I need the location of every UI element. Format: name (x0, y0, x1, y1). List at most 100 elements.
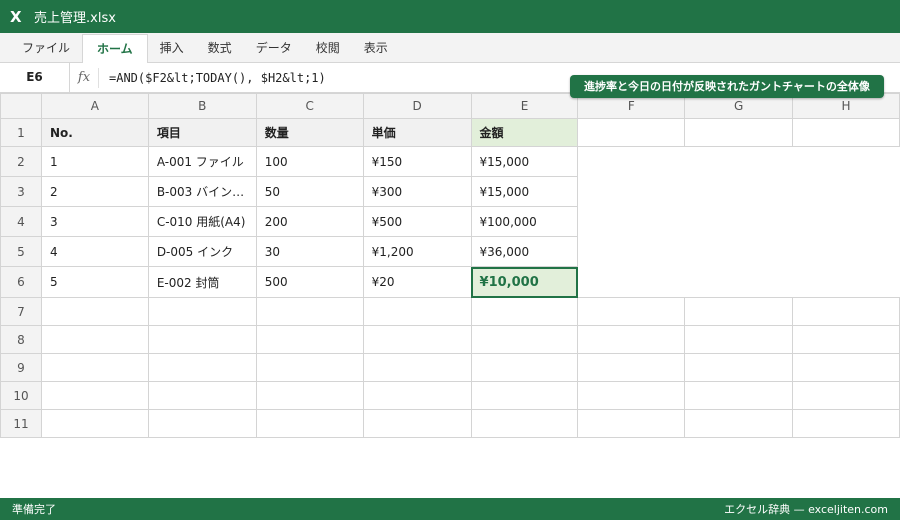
cell[interactable]: ¥36,000 (470, 236, 579, 267)
cell[interactable] (684, 381, 794, 410)
cell[interactable]: ¥15,000 (470, 176, 579, 207)
cell[interactable] (362, 325, 472, 354)
cell[interactable] (578, 237, 900, 267)
cell[interactable] (684, 118, 794, 147)
cell[interactable]: 4 (40, 236, 149, 267)
cell[interactable]: 200 (255, 206, 364, 237)
cell[interactable] (255, 325, 364, 354)
cell[interactable] (577, 381, 686, 410)
cell[interactable] (792, 325, 900, 354)
cell[interactable] (684, 325, 794, 354)
cell[interactable] (684, 297, 794, 326)
header-cell[interactable]: 金額 (470, 118, 579, 147)
cell[interactable]: D-005 インク (147, 236, 257, 267)
cell[interactable] (792, 118, 900, 147)
cell[interactable]: ¥150 (362, 146, 472, 177)
cell[interactable] (577, 353, 686, 382)
row-header[interactable]: 4 (0, 206, 42, 237)
cell[interactable]: ¥15,000 (470, 146, 579, 177)
row-header[interactable]: 6 (0, 266, 42, 298)
cell[interactable] (40, 353, 149, 382)
active-cell[interactable]: ¥10,000 (470, 266, 579, 298)
cell[interactable]: A-001 ファイル (147, 146, 257, 177)
cell[interactable]: 50 (255, 176, 364, 207)
cell[interactable] (40, 409, 149, 438)
cell[interactable]: 500 (255, 266, 364, 298)
cell[interactable] (470, 409, 579, 438)
row-header[interactable]: 8 (0, 325, 42, 354)
cell[interactable] (792, 409, 900, 438)
tab-view[interactable]: 表示 (352, 34, 400, 62)
cell[interactable]: 5 (40, 266, 149, 298)
cell[interactable] (470, 353, 579, 382)
name-box[interactable]: E6 (0, 63, 70, 92)
cell[interactable]: ¥1,200 (362, 236, 472, 267)
cell[interactable] (147, 297, 257, 326)
cell[interactable] (147, 325, 257, 354)
column-header[interactable]: A (40, 93, 149, 119)
cell[interactable] (684, 353, 794, 382)
header-cell[interactable]: 単価 (362, 118, 472, 147)
cell[interactable] (147, 381, 257, 410)
cell[interactable]: ¥500 (362, 206, 472, 237)
tab-insert[interactable]: 挿入 (148, 34, 196, 62)
tab-home[interactable]: ホーム (82, 34, 148, 63)
tab-formulas[interactable]: 数式 (196, 34, 244, 62)
column-header[interactable]: E (470, 93, 579, 119)
cell[interactable] (792, 297, 900, 326)
header-cell[interactable]: 項目 (147, 118, 257, 147)
cell[interactable] (40, 325, 149, 354)
select-all-corner[interactable] (0, 93, 42, 119)
cell[interactable] (255, 297, 364, 326)
cell[interactable] (470, 381, 579, 410)
cell[interactable] (577, 409, 686, 438)
row-header[interactable]: 10 (0, 381, 42, 410)
cell[interactable] (792, 381, 900, 410)
row-header[interactable]: 1 (0, 118, 42, 147)
formula-input[interactable]: =AND($F2&lt;TODAY(), $H2&lt;1) (109, 71, 326, 85)
cell[interactable]: 3 (40, 206, 149, 237)
cell[interactable]: 1 (40, 146, 149, 177)
cell[interactable] (362, 297, 472, 326)
row-header[interactable]: 2 (0, 146, 42, 177)
cell[interactable]: 30 (255, 236, 364, 267)
cell[interactable] (362, 381, 472, 410)
cell[interactable]: 100 (255, 146, 364, 177)
row-header[interactable]: 5 (0, 236, 42, 267)
cell[interactable]: ¥300 (362, 176, 472, 207)
row-header[interactable]: 11 (0, 409, 42, 438)
cell[interactable]: ¥100,000 (470, 206, 579, 237)
cell[interactable]: ¥20 (362, 266, 472, 298)
cell[interactable] (362, 353, 472, 382)
tab-review[interactable]: 校閲 (304, 34, 352, 62)
cell[interactable] (40, 381, 149, 410)
cell[interactable] (255, 409, 364, 438)
cell[interactable]: 2 (40, 176, 149, 207)
cell[interactable] (362, 409, 472, 438)
column-header[interactable]: D (362, 93, 472, 119)
cell[interactable] (578, 207, 900, 237)
cell[interactable] (147, 409, 257, 438)
cell[interactable]: B-003 バイン… (147, 176, 257, 207)
cell[interactable] (578, 177, 900, 207)
cell[interactable]: E-002 封筒 (147, 266, 257, 298)
cell[interactable] (255, 381, 364, 410)
column-header[interactable]: B (147, 93, 257, 119)
row-header[interactable]: 9 (0, 353, 42, 382)
row-header[interactable]: 3 (0, 176, 42, 207)
cell[interactable] (577, 118, 686, 147)
fx-icon[interactable]: fx (70, 67, 99, 88)
cell[interactable] (578, 267, 900, 298)
cell[interactable] (577, 297, 686, 326)
column-header[interactable]: C (255, 93, 364, 119)
cell[interactable] (684, 409, 794, 438)
header-cell[interactable]: 数量 (255, 118, 364, 147)
cell[interactable] (578, 147, 900, 177)
cell[interactable] (255, 353, 364, 382)
cell[interactable] (577, 325, 686, 354)
cell[interactable] (40, 297, 149, 326)
cell[interactable] (470, 325, 579, 354)
cell[interactable]: C-010 用紙(A4) (147, 206, 257, 237)
tab-data[interactable]: データ (244, 34, 304, 62)
header-cell[interactable]: No. (40, 118, 149, 147)
